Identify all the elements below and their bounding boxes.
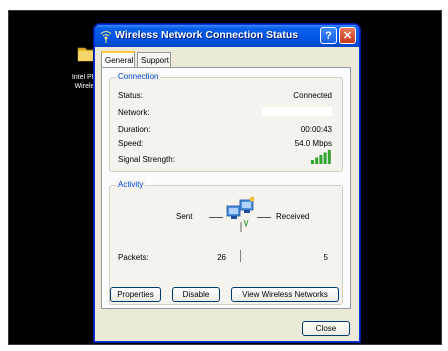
signal-bar: [323, 152, 327, 164]
status-value: Connected: [293, 91, 332, 100]
signal-bar: [327, 150, 331, 164]
general-tab-panel: Connection Status: Connected Network: Du…: [101, 67, 351, 309]
title-bar[interactable]: Wireless Network Connection Status ? ✕: [95, 25, 359, 47]
speed-label: Speed:: [118, 139, 144, 148]
packets-divider: [240, 250, 241, 262]
window-title: Wireless Network Connection Status: [115, 29, 299, 41]
status-label: Status:: [118, 91, 143, 100]
sent-label: Sent: [176, 212, 193, 221]
network-value: [262, 107, 332, 116]
signal-bar: [319, 155, 323, 164]
network-activity-icon: [226, 196, 255, 232]
packets-label: Packets:: [118, 253, 149, 262]
packets-sent-value: 26: [217, 253, 226, 262]
tab-support[interactable]: Support: [137, 52, 171, 67]
sent-line: [209, 217, 223, 218]
connection-group: Connection Status: Connected Network: Du…: [109, 72, 343, 172]
signal-bar: [315, 157, 319, 164]
signal-bar: [311, 160, 314, 164]
signal-strength-icon: [311, 150, 331, 164]
close-window-button[interactable]: ✕: [339, 27, 356, 44]
received-line: [257, 217, 271, 218]
close-button[interactable]: Close: [302, 321, 350, 336]
help-button[interactable]: ?: [320, 27, 337, 44]
connection-group-title: Connection: [116, 72, 161, 82]
signal-strength-label: Signal Strength:: [118, 155, 175, 164]
tab-general[interactable]: General: [101, 51, 135, 68]
view-wireless-networks-button[interactable]: View Wireless Networks: [231, 287, 339, 302]
packets-received-value: 5: [323, 253, 328, 262]
wireless-signal-icon: [100, 31, 112, 43]
duration-label: Duration:: [118, 125, 151, 134]
activity-group-title: Activity: [116, 180, 146, 190]
status-dialog: Wireless Network Connection Status ? ✕ G…: [94, 24, 360, 342]
speed-value: 54.0 Mbps: [294, 139, 332, 148]
disable-button[interactable]: Disable: [172, 287, 220, 302]
received-label: Received: [276, 212, 310, 221]
duration-value: 00:00:43: [300, 125, 332, 134]
properties-button[interactable]: Properties: [110, 287, 161, 302]
network-label: Network:: [118, 108, 150, 117]
